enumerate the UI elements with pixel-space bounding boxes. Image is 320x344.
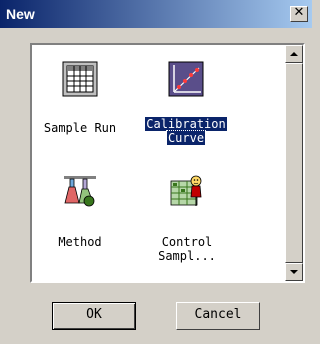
- window-title: New: [6, 6, 35, 22]
- cancel-button[interactable]: Cancel: [176, 302, 260, 330]
- list-item-label-line2: Sampl...: [158, 249, 216, 263]
- list-item-label: Method: [58, 235, 102, 249]
- lab-flasks-icon: [64, 176, 96, 207]
- vertical-scrollbar[interactable]: [285, 45, 303, 281]
- arrow-up-icon: [290, 52, 298, 56]
- scroll-up-button[interactable]: [285, 45, 303, 63]
- list-item-sample-run[interactable]: Sample Run: [36, 55, 124, 145]
- close-button[interactable]: ✕: [290, 5, 308, 22]
- list-item-method[interactable]: Method: [36, 169, 124, 259]
- grid-table-icon: [62, 61, 98, 97]
- close-icon: ✕: [293, 5, 305, 20]
- arrow-down-icon: [290, 270, 298, 274]
- list-item-label-line1: Control: [161, 235, 213, 249]
- scroll-down-button[interactable]: [285, 263, 303, 281]
- scrollbar-thumb[interactable]: [285, 63, 303, 263]
- list-item-label: Sample Run: [43, 121, 117, 135]
- list-item-label-line1: Calibration: [144, 116, 228, 132]
- list-item-calibration-curve[interactable]: Calibration Curve: [136, 55, 236, 146]
- template-list[interactable]: Sample Run Calibration Curve Method Cont…: [30, 43, 305, 283]
- list-item-label-line2: Curve: [165, 130, 207, 146]
- list-item-control-sample[interactable]: Control Sampl...: [142, 169, 232, 269]
- calibration-curve-icon: [168, 61, 204, 97]
- title-bar: New ✕: [0, 0, 312, 28]
- ok-button[interactable]: OK: [52, 302, 136, 330]
- control-sample-icon: [170, 175, 202, 206]
